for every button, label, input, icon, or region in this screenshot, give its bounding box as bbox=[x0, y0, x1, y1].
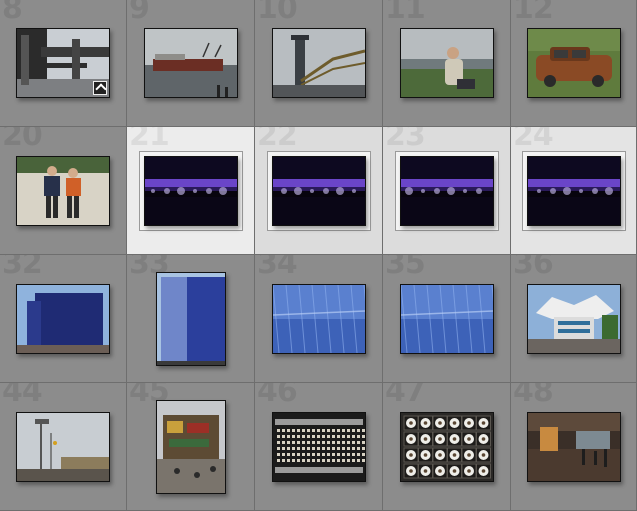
photo-image bbox=[400, 29, 493, 97]
photo-thumbnail[interactable] bbox=[143, 28, 238, 98]
thumbnail-frame bbox=[16, 155, 110, 226]
grid-cell[interactable]: 33 bbox=[127, 255, 255, 383]
cell-index-number: 12 bbox=[513, 0, 554, 26]
photo-image bbox=[272, 284, 365, 353]
thumbnail-grid: 8 9 10 11 12 20 21 22 23 24 32 33 34 35 … bbox=[0, 0, 637, 511]
thumbnail-frame bbox=[266, 150, 371, 231]
photo-thumbnail[interactable] bbox=[399, 155, 494, 226]
cell-index-number: 35 bbox=[385, 255, 426, 281]
grid-cell[interactable]: 35 bbox=[383, 255, 511, 383]
grid-cell[interactable]: 36 bbox=[511, 255, 637, 383]
photo-image bbox=[156, 400, 225, 493]
photo-thumbnail[interactable] bbox=[271, 283, 366, 354]
thumbnail-frame bbox=[271, 283, 366, 354]
grid-cell[interactable]: 24 bbox=[511, 127, 637, 255]
photo-image bbox=[17, 412, 109, 481]
grid-cell[interactable]: 46 bbox=[255, 383, 383, 511]
cell-index-number: 36 bbox=[513, 255, 554, 281]
grid-cell[interactable]: 10 bbox=[255, 0, 383, 127]
photo-image bbox=[527, 284, 620, 353]
photo-thumbnail[interactable] bbox=[143, 155, 238, 226]
grid-cell[interactable]: 11 bbox=[383, 0, 511, 127]
cell-index-number: 11 bbox=[385, 0, 426, 26]
thumbnail-frame bbox=[271, 28, 366, 98]
thumbnail-frame bbox=[394, 150, 499, 231]
thumbnail-frame bbox=[155, 399, 226, 494]
thumbnail-frame bbox=[399, 283, 494, 354]
cell-index-number: 44 bbox=[2, 383, 43, 409]
photo-image bbox=[144, 29, 237, 97]
photo-image bbox=[144, 156, 237, 225]
photo-image bbox=[272, 412, 365, 481]
thumbnail-frame bbox=[526, 283, 621, 354]
thumbnail-frame bbox=[16, 411, 110, 482]
grid-cell[interactable]: 9 bbox=[127, 0, 255, 127]
thumbnail-frame bbox=[526, 411, 621, 482]
photo-thumbnail[interactable] bbox=[155, 399, 226, 494]
photo-thumbnail[interactable] bbox=[271, 28, 366, 98]
edit-badge-icon[interactable] bbox=[93, 81, 107, 95]
photo-thumbnail[interactable] bbox=[399, 411, 494, 482]
thumbnail-frame bbox=[526, 28, 621, 98]
thumbnail-frame bbox=[155, 271, 226, 366]
grid-cell[interactable]: 20 bbox=[0, 127, 127, 255]
cell-index-number: 9 bbox=[129, 0, 150, 26]
cell-index-number: 8 bbox=[2, 0, 23, 26]
thumbnail-frame bbox=[271, 411, 366, 482]
cell-index-number: 21 bbox=[129, 127, 170, 153]
thumbnail-frame bbox=[521, 150, 626, 231]
cell-index-number: 48 bbox=[513, 383, 554, 409]
photo-image bbox=[400, 156, 493, 225]
grid-cell[interactable]: 22 bbox=[255, 127, 383, 255]
cell-index-number: 32 bbox=[2, 255, 43, 281]
grid-cell[interactable]: 12 bbox=[511, 0, 637, 127]
photo-image bbox=[527, 156, 620, 225]
photo-thumbnail[interactable] bbox=[526, 411, 621, 482]
thumbnail-frame bbox=[399, 28, 494, 98]
cell-index-number: 47 bbox=[385, 383, 426, 409]
grid-cell[interactable]: 47 bbox=[383, 383, 511, 511]
thumbnail-frame bbox=[138, 150, 243, 231]
cell-index-number: 24 bbox=[513, 127, 554, 153]
photo-thumbnail[interactable] bbox=[271, 155, 366, 226]
photo-thumbnail[interactable] bbox=[16, 155, 110, 226]
photo-thumbnail[interactable] bbox=[526, 28, 621, 98]
photo-thumbnail[interactable] bbox=[16, 411, 110, 482]
grid-cell[interactable]: 48 bbox=[511, 383, 637, 511]
photo-thumbnail[interactable] bbox=[526, 283, 621, 354]
photo-image bbox=[272, 29, 365, 97]
photo-thumbnail[interactable] bbox=[526, 155, 621, 226]
grid-cell[interactable]: 8 bbox=[0, 0, 127, 127]
photo-thumbnail[interactable] bbox=[399, 283, 494, 354]
grid-cell[interactable]: 34 bbox=[255, 255, 383, 383]
cell-index-number: 10 bbox=[257, 0, 298, 26]
photo-image bbox=[400, 412, 493, 481]
photo-thumbnail[interactable] bbox=[399, 28, 494, 98]
grid-cell[interactable]: 44 bbox=[0, 383, 127, 511]
grid-cell[interactable]: 23 bbox=[383, 127, 511, 255]
photo-image bbox=[17, 156, 109, 225]
cell-index-number: 20 bbox=[2, 127, 43, 153]
cell-index-number: 23 bbox=[385, 127, 426, 153]
cell-index-number: 46 bbox=[257, 383, 298, 409]
cell-index-number: 34 bbox=[257, 255, 298, 281]
grid-cell[interactable]: 32 bbox=[0, 255, 127, 383]
photo-image bbox=[400, 284, 493, 353]
photo-thumbnail[interactable] bbox=[16, 28, 110, 98]
photo-thumbnail[interactable] bbox=[271, 411, 366, 482]
photo-image bbox=[527, 412, 620, 481]
thumbnail-frame bbox=[399, 411, 494, 482]
photo-image bbox=[156, 272, 225, 365]
photo-thumbnail[interactable] bbox=[155, 271, 226, 366]
cell-index-number: 22 bbox=[257, 127, 298, 153]
photo-image bbox=[272, 156, 365, 225]
thumbnail-frame bbox=[16, 283, 110, 354]
grid-cell[interactable]: 45 bbox=[127, 383, 255, 511]
thumbnail-frame bbox=[16, 28, 110, 98]
grid-cell[interactable]: 21 bbox=[127, 127, 255, 255]
photo-image bbox=[527, 29, 620, 97]
thumbnail-frame bbox=[143, 28, 238, 98]
photo-thumbnail[interactable] bbox=[16, 283, 110, 354]
photo-image bbox=[17, 284, 109, 353]
